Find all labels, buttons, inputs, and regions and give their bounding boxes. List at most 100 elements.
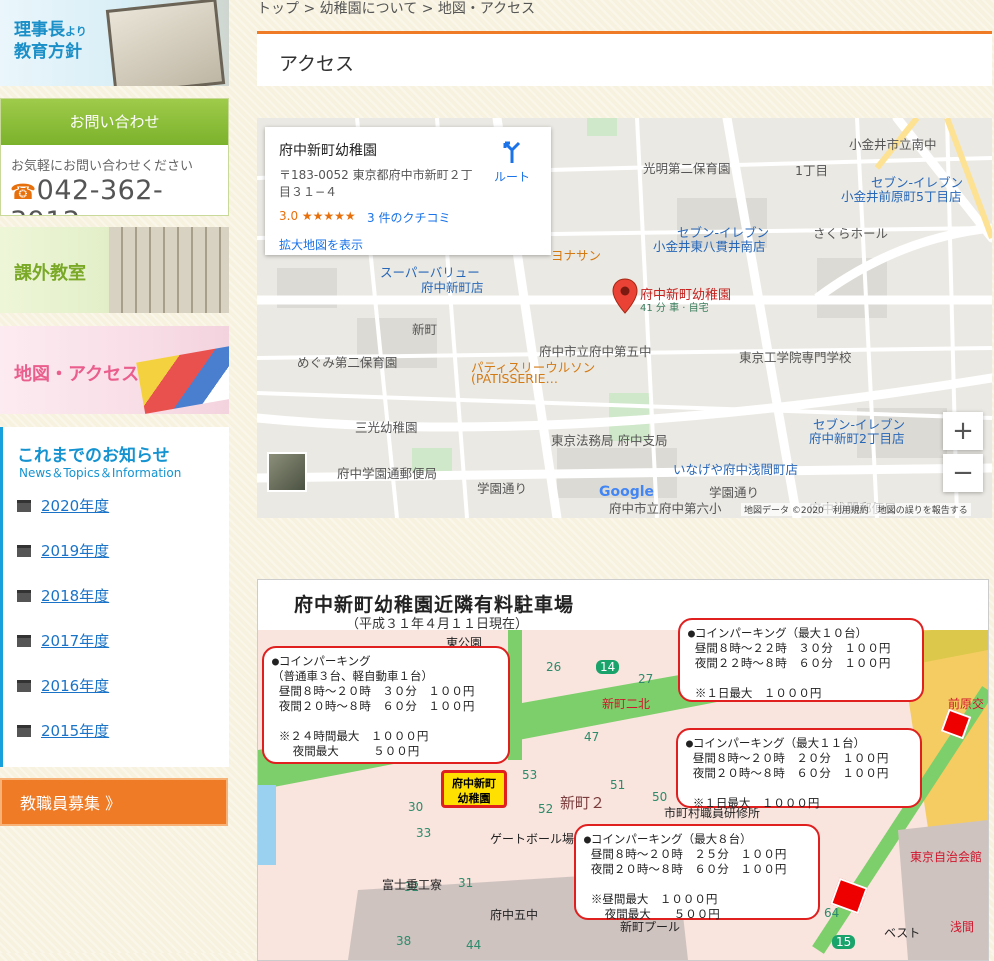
archive-box-icon (17, 545, 31, 557)
kindergarten-marker: 府中新町 幼稚園 (441, 770, 507, 808)
contact-phone[interactable]: ☎042-362-3912 (10, 175, 228, 215)
place-address: 〒183-0052 東京都府中市新町２丁目３１−４ (279, 168, 473, 199)
archive-box-icon (17, 680, 31, 692)
block-number: 50 (652, 790, 668, 804)
parking-map-label: 新町２ (560, 794, 606, 812)
block-number: 26 (546, 660, 562, 674)
zoom-out-button[interactable]: − (943, 454, 983, 492)
map-label: 東京法務局 府中支局 (551, 433, 668, 448)
map-label: 1丁目 (795, 163, 828, 178)
block-number: 44 (466, 938, 482, 952)
parking-info-bubble: ●コインパーキング（最大１０台） 昼間８時～２２時 ３０分 １００円 夜間２２時… (678, 618, 924, 702)
route-number: 15 (832, 935, 856, 949)
block-number: 38 (396, 934, 412, 948)
map-label: 府中学園通郵便局 (337, 466, 438, 481)
map-label: 東京工学院専門学校 (739, 350, 852, 365)
map-label: さくらホール (813, 226, 889, 241)
calligraphy-image (105, 0, 226, 86)
recruit-button[interactable]: 教職員募集 》 (0, 778, 228, 826)
principal-banner[interactable]: 理事長より 教育方針 (0, 0, 229, 86)
map-access-banner[interactable]: 地図・アクセス (0, 326, 229, 414)
block-number: 31 (458, 876, 474, 890)
parking-map-label: 府中五中 (490, 908, 539, 922)
map-label: 府中新町店 (421, 280, 484, 295)
contact-subtext: お気軽にお問い合わせください (11, 159, 194, 174)
parking-map-label: 浅間 (950, 920, 975, 934)
page-title: アクセス (279, 53, 355, 75)
larger-map-link[interactable]: 拡大地図を表示 (279, 236, 363, 253)
block-number: 47 (584, 730, 600, 744)
archive-box-icon (17, 590, 31, 602)
map-label: 小金井市立南中 (849, 137, 937, 152)
news-year-link[interactable]: 2018年度 (17, 585, 109, 606)
breadcrumb-top[interactable]: トップ (257, 1, 299, 17)
map-label: 府中市立府中第五中 (539, 344, 652, 359)
colored-paper-image (136, 346, 229, 414)
marker-sublabel: 41 分 車 · 自宅 (640, 303, 709, 314)
news-year-link[interactable]: 2020年度 (17, 495, 109, 516)
directions-icon[interactable] (503, 141, 521, 163)
block-number: 53 (522, 768, 538, 782)
news-year-link[interactable]: 2016年度 (17, 675, 109, 696)
parking-map-image: 府中新町幼稚園近隣有料駐車場 （平成３１年４月１１日現在） 26 27 14 4… (257, 579, 989, 961)
map-label: 小金井前原町5丁目店 (841, 189, 962, 204)
contact-box: お問い合わせ お気軽にお問い合わせください ☎042-362-3912 (0, 98, 229, 216)
map-label: (PATISSERIE… (471, 371, 559, 386)
news-archive: これまでのお知らせ News＆Topics＆Information 2020年度… (0, 427, 229, 767)
route-number: 14 (596, 660, 620, 674)
archive-box-icon (17, 500, 31, 512)
extra-class-label: 課外教室 (14, 263, 86, 284)
extra-class-banner[interactable]: 課外教室 (0, 227, 229, 313)
classroom-image (109, 227, 229, 313)
block-number: 64 (824, 906, 840, 920)
parking-map-label: ゲートボール場 (490, 832, 575, 846)
place-reviews-link[interactable]: 3 件のクチコミ (367, 209, 450, 226)
map-footer[interactable]: 地図データ ©2020 利用規約 地図の誤りを報告する (741, 503, 971, 516)
google-map[interactable]: 小金井市立南中 光明第二保育園 1丁目 セブン-イレブン 小金井前原町5丁目店 … (257, 118, 992, 518)
map-label: めぐみ第二保育園 (297, 355, 398, 370)
block-number: 52 (538, 802, 554, 816)
news-subheading: News＆Topics＆Information (19, 466, 182, 480)
map-label: 三光幼稚園 (355, 420, 418, 435)
news-year-link[interactable]: 2019年度 (17, 540, 109, 561)
map-access-label: 地図・アクセス (14, 364, 140, 385)
map-label: 学園通り (477, 481, 528, 496)
page-title-box: アクセス (257, 31, 992, 86)
principal-banner-title: 理事長より 教育方針 (14, 20, 87, 62)
parking-info-bubble: ●コインパーキング（最大８台） 昼間８時～２０時 ２５分 １００円 夜間２０時～… (574, 824, 820, 921)
parking-map-label: 新町二北 (602, 697, 651, 711)
map-label: 小金井東八貫井南店 (653, 239, 766, 254)
parking-subtitle: （平成３１年４月１１日現在） (346, 617, 529, 632)
archive-box-icon (17, 725, 31, 737)
google-logo: Google (599, 484, 655, 500)
phone-icon: ☎ (10, 180, 37, 204)
breadcrumb: トップ > 幼稚園について > 地図・アクセス (257, 1, 536, 17)
parking-info-bubble: ●コインパーキング （普通車３台、軽自動車１台） 昼間８時～２０時 ３０分 １０… (262, 646, 510, 764)
breadcrumb-about[interactable]: 幼稚園について (320, 1, 418, 17)
map-label: いなげや府中浅間町店 (673, 462, 799, 477)
satellite-toggle[interactable] (267, 452, 307, 492)
parking-map-label: ベスト (884, 926, 921, 940)
map-label: 新町 (412, 322, 438, 337)
block-number: 33 (416, 826, 432, 840)
block-number: 30 (408, 800, 424, 814)
map-label: 光明第二保育園 (643, 161, 731, 176)
archive-box-icon (17, 635, 31, 647)
map-label: ヨナサン (551, 248, 602, 263)
parking-info-bubble: ●コインパーキング（最大１１台） 昼間８時～２０時 ２０分 １００円 夜間２０時… (676, 728, 922, 810)
parking-map-label: 東京自治会館 (910, 850, 983, 864)
zoom-in-button[interactable]: + (943, 412, 983, 450)
news-heading: これまでのお知らせ (17, 446, 170, 466)
place-rating: 3.0 ★★★★★ (279, 209, 356, 223)
parking-map-label: 富士重工寮 (382, 878, 443, 892)
map-label: 府中市立府中第六小 (609, 501, 722, 516)
location-pin-icon[interactable] (612, 278, 638, 314)
block-number: 27 (638, 672, 654, 686)
route-link[interactable]: ルート (494, 168, 530, 185)
block-number: 51 (610, 778, 626, 792)
place-name: 府中新町幼稚園 (279, 143, 377, 159)
place-info-card: 府中新町幼稚園 〒183-0052 東京都府中市新町２丁目３１−４ 3.0 ★★… (265, 127, 551, 255)
news-year-link[interactable]: 2015年度 (17, 720, 109, 741)
map-label: 府中新町2丁目店 (809, 431, 905, 446)
news-year-link[interactable]: 2017年度 (17, 630, 109, 651)
